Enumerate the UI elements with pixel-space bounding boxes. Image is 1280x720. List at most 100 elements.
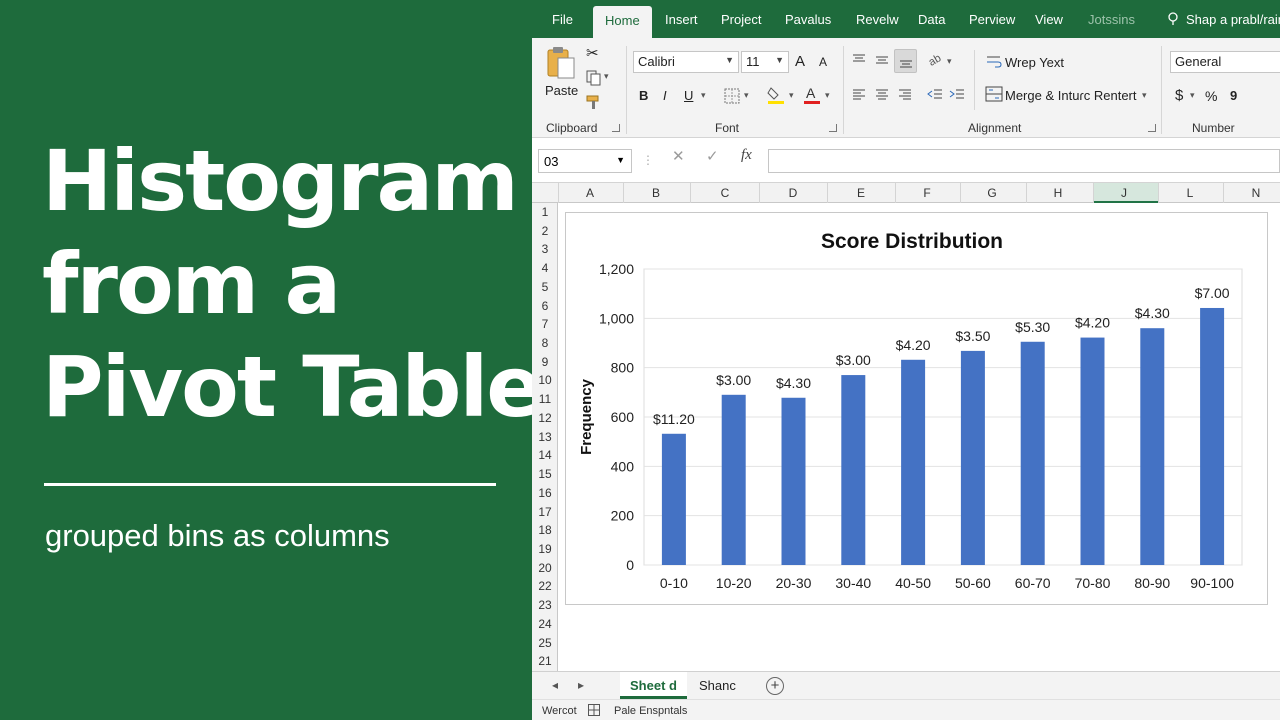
row-header[interactable]: 22 [532,579,558,593]
align-right-icon[interactable] [898,88,912,100]
sheet-tab[interactable]: Shanc [689,672,746,699]
row-header[interactable]: 5 [532,280,558,294]
add-sheet-icon[interactable]: + [766,677,784,695]
increase-indent-icon[interactable] [949,88,965,100]
row-header[interactable]: 4 [532,261,558,275]
row-header[interactable]: 11 [532,392,558,406]
row-header[interactable]: 12 [532,411,558,425]
column-header[interactable]: D [789,186,798,200]
row-header[interactable]: 8 [532,336,558,350]
clipboard-launcher-icon[interactable] [612,124,620,132]
cut-icon[interactable]: ✂ [586,44,599,62]
column-header[interactable]: G [987,186,996,200]
row-header[interactable]: 17 [532,505,558,519]
font-color-icon[interactable]: A [803,85,821,105]
underline-button[interactable]: U [684,88,693,103]
tab-project[interactable]: Project [721,12,761,27]
formula-input[interactable] [768,149,1280,173]
tab-revelw[interactable]: Revelw [856,12,899,27]
copy-icon[interactable] [586,70,602,86]
font-name-combo[interactable]: Calibri ▼ [633,51,739,73]
wrap-text-button[interactable]: Wrep Yext [1005,55,1064,70]
column-header[interactable]: H [1054,186,1063,200]
grow-font-button[interactable]: A [795,53,805,70]
row-header[interactable]: 13 [532,430,558,444]
underline-dropdown-icon[interactable]: ▾ [701,90,706,101]
orientation-icon[interactable]: ab [928,53,944,67]
column-header[interactable]: E [857,186,865,200]
grid-icon[interactable] [588,704,600,716]
row-header[interactable]: 1 [532,205,558,219]
decrease-indent-icon[interactable] [927,88,943,100]
row-header[interactable]: 21 [532,654,558,668]
row-header[interactable]: 24 [532,617,558,631]
tab-pavalus[interactable]: Pavalus [785,12,831,27]
column-header[interactable]: B [652,186,660,200]
copy-dropdown-icon[interactable]: ▾ [604,71,609,82]
row-header[interactable]: 23 [532,598,558,612]
merge-dropdown-icon[interactable]: ▾ [1142,90,1147,101]
currency-button[interactable]: $ [1175,87,1183,104]
align-top-icon[interactable] [852,53,866,65]
tab-view[interactable]: View [1035,12,1063,27]
row-header[interactable]: 6 [532,299,558,313]
tab-insert[interactable]: Insert [665,12,698,27]
column-header[interactable]: A [586,186,594,200]
borders-dropdown-icon[interactable]: ▾ [744,90,749,101]
column-header[interactable]: J [1121,186,1127,200]
align-bottom-button[interactable] [894,49,917,73]
cancel-entry-icon[interactable]: ✕ [672,147,685,165]
insert-function-button[interactable]: fx [741,147,752,164]
status-accessibility[interactable]: Pale Enspntals [614,705,687,717]
row-header[interactable]: 16 [532,486,558,500]
align-left-icon[interactable] [852,88,866,100]
name-box[interactable]: 03 ▼ [538,149,632,173]
align-middle-icon[interactable] [875,55,889,67]
row-header[interactable]: 15 [532,467,558,481]
row-header[interactable]: 10 [532,373,558,387]
fill-color-dropdown-icon[interactable]: ▾ [789,90,794,101]
row-header[interactable]: 9 [532,355,558,369]
row-header[interactable]: 14 [532,448,558,462]
row-header[interactable]: 2 [532,224,558,238]
row-header[interactable]: 20 [532,561,558,575]
tab-perview[interactable]: Perview [969,12,1015,27]
tab-file[interactable]: File [552,12,573,27]
comma-style-button[interactable]: 9 [1230,88,1237,103]
borders-icon[interactable] [724,88,740,104]
sheet-tab-active[interactable]: Sheet d [620,672,687,699]
percent-button[interactable]: % [1205,88,1217,104]
row-header[interactable]: 7 [532,317,558,331]
orientation-dropdown-icon[interactable]: ▾ [947,56,952,67]
format-painter-icon[interactable] [586,94,602,110]
histogram-chart[interactable]: 0 200 400 600 800 1,000 1,200 $11.20 0-10 $3.00 10… [565,212,1268,605]
fill-color-icon[interactable] [767,85,785,105]
currency-dropdown-icon[interactable]: ▾ [1190,90,1195,101]
row-header[interactable]: 19 [532,542,558,556]
column-header[interactable]: C [721,186,730,200]
font-launcher-icon[interactable] [829,124,837,132]
row-header[interactable]: 3 [532,242,558,256]
paste-button[interactable]: Paste [542,44,580,102]
bold-button[interactable]: B [639,88,648,103]
tab-jotssins[interactable]: Jotssins [1088,12,1135,27]
prev-sheet-icon[interactable]: ◂ [552,678,558,692]
alignment-launcher-icon[interactable] [1148,124,1156,132]
italic-button[interactable]: I [663,88,667,103]
tab-data[interactable]: Data [918,12,945,27]
tell-me-search[interactable]: Shap a prabl/raim [1186,12,1280,27]
number-format-combo[interactable]: General [1170,51,1280,73]
confirm-entry-icon[interactable]: ✓ [706,147,719,165]
merge-center-button[interactable]: Merge & Intuɾc Rentert [1005,88,1137,103]
tab-home[interactable]: Home [593,6,652,38]
row-header[interactable]: 25 [532,636,558,650]
align-center-icon[interactable] [875,88,889,100]
column-header[interactable]: N [1252,186,1261,200]
column-header[interactable]: L [1187,186,1194,200]
font-color-dropdown-icon[interactable]: ▾ [825,90,830,101]
next-sheet-icon[interactable]: ▸ [578,678,584,692]
font-size-combo[interactable]: 11 ▼ [741,51,789,73]
row-header[interactable]: 18 [532,523,558,537]
column-header[interactable]: F [923,186,930,200]
shrink-font-button[interactable]: A [819,55,827,69]
